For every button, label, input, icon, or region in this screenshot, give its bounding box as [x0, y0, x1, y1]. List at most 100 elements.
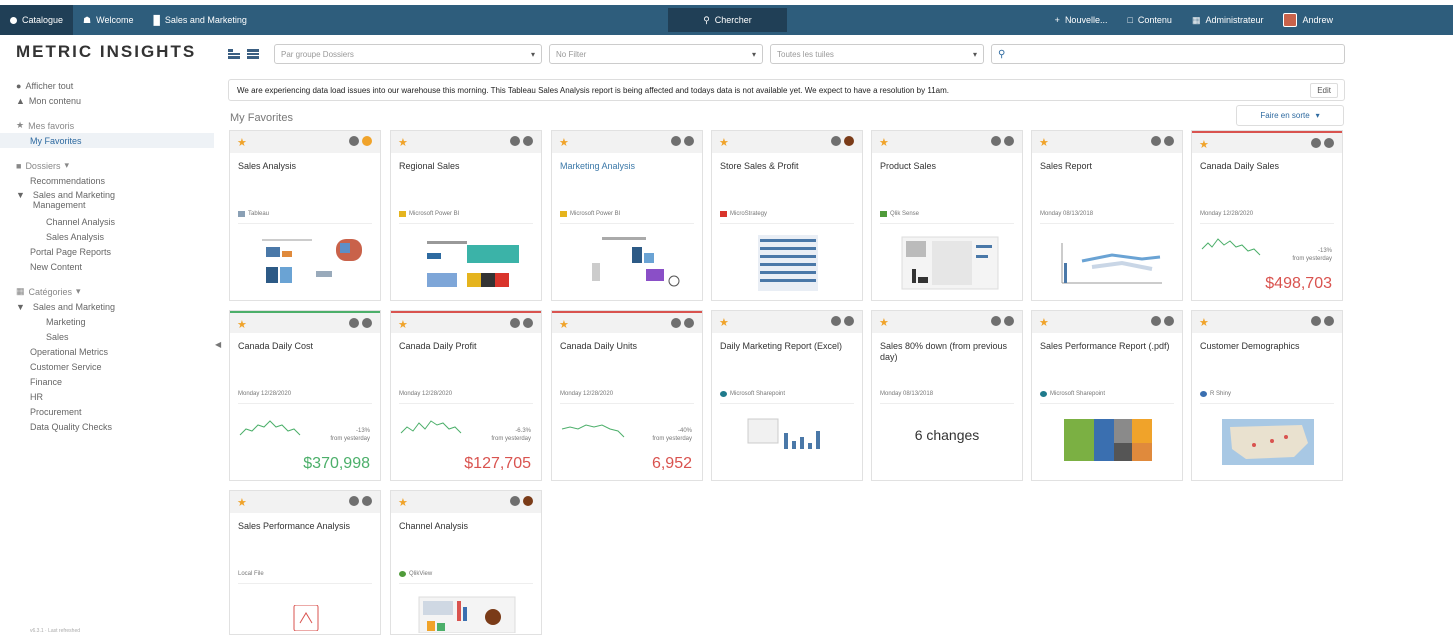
favorite-star-icon[interactable]: ★ [559, 136, 569, 149]
alert-icon[interactable] [523, 496, 533, 506]
filter-select[interactable]: No Filter ▾ [549, 44, 763, 64]
tile-canada-daily-units[interactable]: ★ Canada Daily Units Monday 12/28/2020 -… [551, 310, 703, 481]
app-logo[interactable]: METRIC INSIGHTS [16, 42, 196, 62]
share-icon[interactable] [1164, 316, 1174, 326]
info-icon[interactable] [349, 318, 359, 328]
tile-sales-80-down[interactable]: ★ Sales 80% down (from previous day) Mon… [871, 310, 1023, 481]
sidebar-item-my-favorites[interactable]: My Favorites [0, 133, 214, 148]
info-icon[interactable] [1151, 136, 1161, 146]
info-icon[interactable] [671, 136, 681, 146]
sidebar-item-sales-marketing-mgmt[interactable]: ▼ Sales and Marketing Management [0, 188, 214, 214]
info-icon[interactable] [991, 136, 1001, 146]
sidebar-item-channel-analysis[interactable]: Channel Analysis [0, 214, 214, 229]
sidebar-item-hr[interactable]: HR [0, 389, 214, 404]
favorite-star-icon[interactable]: ★ [398, 318, 408, 331]
info-icon[interactable] [349, 496, 359, 506]
tile-product-sales[interactable]: ★ Product Sales Qlik Sense [871, 130, 1023, 301]
sidebar-item-procurement[interactable]: Procurement [0, 404, 214, 419]
share-icon[interactable] [844, 316, 854, 326]
info-icon[interactable] [1311, 316, 1321, 326]
sales-marketing-tab[interactable]: █ Sales and Marketing [143, 5, 256, 35]
sidebar-item-folders[interactable]: ■ Dossiers ▾ [0, 158, 214, 173]
tile-regional-sales[interactable]: ★ Regional Sales Microsoft Power BI [390, 130, 542, 301]
share-icon[interactable] [1324, 138, 1334, 148]
tile-customer-demographics[interactable]: ★ Customer Demographics R Shiny [1191, 310, 1343, 481]
search-button[interactable]: ⚲ Chercher [668, 8, 787, 32]
info-icon[interactable] [1151, 316, 1161, 326]
new-button[interactable]: + Nouvelle... [1045, 5, 1118, 35]
favorite-star-icon[interactable]: ★ [1199, 316, 1209, 329]
share-icon[interactable] [684, 318, 694, 328]
tile-title[interactable]: Marketing Analysis [560, 161, 694, 172]
tile-sales-analysis[interactable]: ★ Sales Analysis Tableau [229, 130, 381, 301]
contents-button[interactable]: □ Contenu [1117, 5, 1181, 35]
search-input[interactable]: ⚲ [991, 44, 1345, 64]
tile-canada-daily-sales[interactable]: ★ Canada Daily Sales Monday 12/28/2020 -… [1191, 130, 1343, 301]
sidebar-item-sales[interactable]: Sales [0, 329, 214, 344]
tile-store-sales-profit[interactable]: ★ Store Sales & Profit MicroStrategy [711, 130, 863, 301]
info-icon[interactable] [831, 316, 841, 326]
favorite-star-icon[interactable]: ★ [237, 136, 247, 149]
info-icon[interactable] [991, 316, 1001, 326]
sidebar-item-show-all[interactable]: ● Afficher tout [0, 78, 214, 93]
info-icon[interactable] [510, 318, 520, 328]
edit-button[interactable]: Edit [1310, 83, 1338, 98]
favorite-star-icon[interactable]: ★ [879, 316, 889, 329]
info-icon[interactable] [510, 136, 520, 146]
favorite-star-icon[interactable]: ★ [719, 136, 729, 149]
sort-button[interactable]: Faire en sorte ▾ [1236, 105, 1344, 126]
list-view-icon[interactable] [247, 49, 259, 60]
user-menu[interactable]: Andrew [1273, 5, 1343, 35]
admin-button[interactable]: ▦ Administrateur [1182, 5, 1274, 35]
tile-marketing-analysis[interactable]: ★ Marketing Analysis Microsoft Power BI [551, 130, 703, 301]
sidebar-item-customer-service[interactable]: Customer Service [0, 359, 214, 374]
sidebar-item-finance[interactable]: Finance [0, 374, 214, 389]
alert-icon[interactable] [362, 136, 372, 146]
sidebar-item-portal-reports[interactable]: Portal Page Reports [0, 244, 214, 259]
favorite-star-icon[interactable]: ★ [237, 496, 247, 509]
group-by-select[interactable]: Par groupe Dossiers ▾ [274, 44, 542, 64]
share-icon[interactable] [362, 318, 372, 328]
favorite-star-icon[interactable]: ★ [1039, 316, 1049, 329]
sidebar-item-sales-analysis[interactable]: Sales Analysis [0, 229, 214, 244]
sidebar-item-recommendations[interactable]: Recommendations [0, 173, 214, 188]
sidebar-item-my-favorites-head[interactable]: ★ Mes favoris [0, 118, 214, 133]
tile-daily-marketing-report[interactable]: ★ Daily Marketing Report (Excel) Microso… [711, 310, 863, 481]
favorite-star-icon[interactable]: ★ [398, 496, 408, 509]
tile-sales-performance-report[interactable]: ★ Sales Performance Report (.pdf) Micros… [1031, 310, 1183, 481]
favorite-star-icon[interactable]: ★ [879, 136, 889, 149]
favorite-star-icon[interactable]: ★ [237, 318, 247, 331]
info-icon[interactable] [831, 136, 841, 146]
share-icon[interactable] [1004, 136, 1014, 146]
favorite-star-icon[interactable]: ★ [559, 318, 569, 331]
tile-channel-analysis[interactable]: ★ Channel Analysis QlikView [390, 490, 542, 635]
info-icon[interactable] [671, 318, 681, 328]
sidebar-item-categories[interactable]: ▦ Catégories ▾ [0, 284, 214, 299]
collapse-sidebar-icon[interactable]: ◀ [215, 340, 221, 349]
tile-canada-daily-cost[interactable]: ★ Canada Daily Cost Monday 12/28/2020 -1… [229, 310, 381, 481]
info-icon[interactable] [510, 496, 520, 506]
sidebar-item-operational[interactable]: Operational Metrics [0, 344, 214, 359]
sidebar-item-marketing[interactable]: Marketing [0, 314, 214, 329]
share-icon[interactable] [1004, 316, 1014, 326]
tile-sales-performance-analysis[interactable]: ★ Sales Performance Analysis Local File [229, 490, 381, 635]
tile-view-icon[interactable] [228, 49, 240, 60]
share-icon[interactable] [523, 136, 533, 146]
welcome-tab[interactable]: ☗ Welcome [73, 5, 143, 35]
share-icon[interactable] [362, 496, 372, 506]
share-icon[interactable] [1324, 316, 1334, 326]
favorite-star-icon[interactable]: ★ [1199, 138, 1209, 151]
sidebar-item-sales-and-marketing[interactable]: ▼ Sales and Marketing [0, 299, 214, 314]
share-icon[interactable] [523, 318, 533, 328]
info-icon[interactable] [1311, 138, 1321, 148]
sidebar-item-new-content[interactable]: New Content [0, 259, 214, 274]
share-icon[interactable] [1164, 136, 1174, 146]
favorite-star-icon[interactable]: ★ [1039, 136, 1049, 149]
tile-canada-daily-profit[interactable]: ★ Canada Daily Profit Monday 12/28/2020 … [390, 310, 542, 481]
catalogue-tab[interactable]: Catalogue [0, 5, 74, 35]
sidebar-item-my-content[interactable]: ▲ Mon contenu [0, 93, 214, 108]
share-icon[interactable] [684, 136, 694, 146]
sidebar-item-dq-checks[interactable]: Data Quality Checks [0, 419, 214, 434]
tiles-select[interactable]: Toutes les tuiles ▾ [770, 44, 984, 64]
favorite-star-icon[interactable]: ★ [719, 316, 729, 329]
